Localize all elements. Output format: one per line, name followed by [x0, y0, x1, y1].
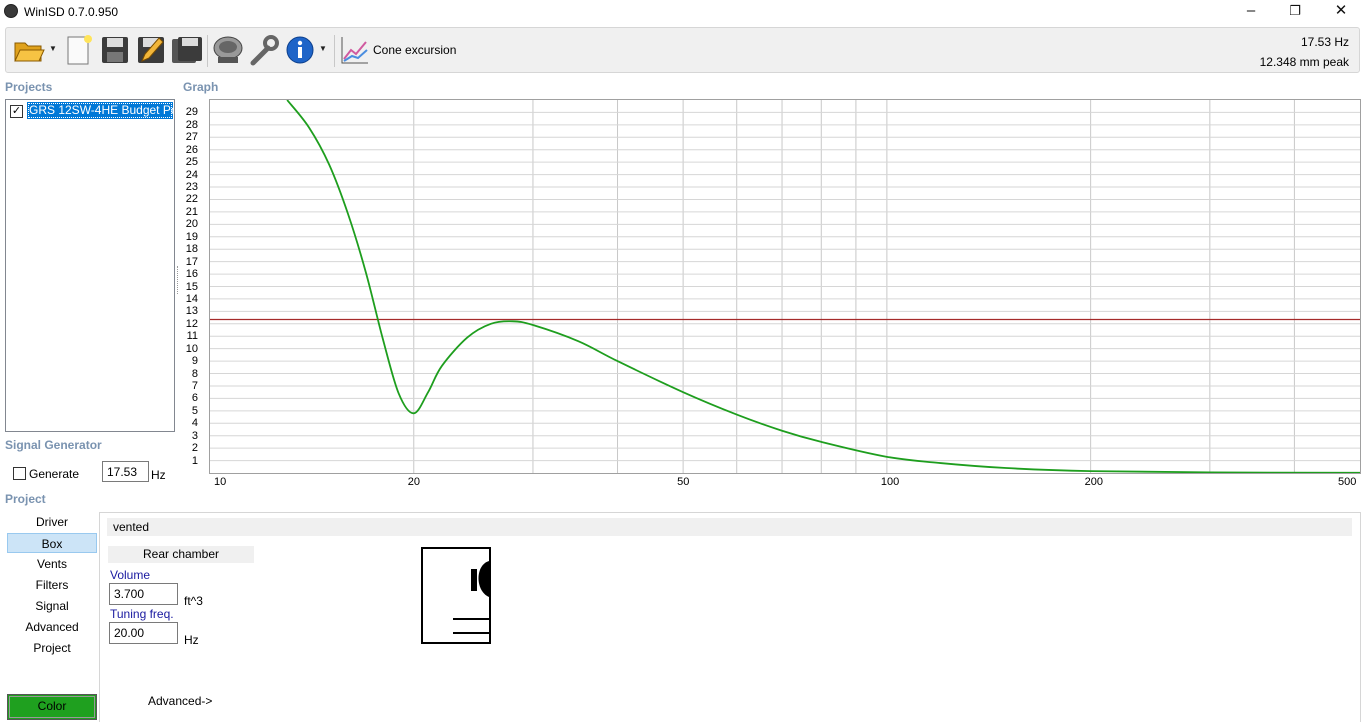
tuning-freq-label: Tuning freq. — [110, 607, 174, 621]
advanced-link[interactable]: Advanced-> — [148, 694, 212, 708]
cursor-value-readout: 12.348 mm peak — [1259, 55, 1349, 69]
y-tick-label: 24 — [185, 168, 198, 181]
nav-filters[interactable]: Filters — [7, 575, 97, 595]
rear-chamber-header: Rear chamber — [108, 546, 254, 563]
y-tick-label: 25 — [185, 156, 198, 169]
y-tick-label: 11 — [186, 330, 198, 343]
graph-heading: Graph — [183, 80, 219, 94]
y-tick-label: 19 — [185, 230, 198, 243]
volume-label: Volume — [110, 568, 151, 582]
volume-unit: ft^3 — [184, 594, 203, 608]
project-item[interactable]: GRS 12SW-4HE Budget Por — [27, 102, 173, 119]
nav-driver[interactable]: Driver — [7, 512, 97, 532]
project-section-heading: Project — [5, 492, 46, 506]
y-tick-label: 23 — [185, 181, 198, 194]
window-title: WinISD 0.7.0.950 — [24, 5, 119, 19]
generator-unit-label: Hz — [151, 468, 166, 482]
save-icon[interactable] — [98, 33, 132, 67]
y-tick-label: 14 — [185, 292, 198, 305]
cursor-frequency-readout: 17.53 Hz — [1300, 35, 1349, 49]
color-button[interactable]: Color — [7, 694, 97, 720]
nav-signal[interactable]: Signal — [7, 596, 97, 616]
y-tick-label: 4 — [191, 417, 198, 430]
tuning-freq-input[interactable] — [109, 622, 178, 644]
y-tick-label: 21 — [185, 205, 198, 218]
x-tick-label: 500 — [1338, 476, 1357, 488]
open-dropdown-arrow[interactable]: ▼ — [48, 42, 58, 56]
y-tick-label: 22 — [185, 193, 198, 206]
wrench-icon[interactable] — [247, 33, 281, 67]
volume-input[interactable] — [109, 583, 178, 605]
app-speaker-icon — [4, 4, 18, 18]
nav-vents[interactable]: Vents — [7, 554, 97, 574]
generate-checkbox[interactable] — [13, 467, 26, 480]
info-dropdown-arrow[interactable]: ▼ — [318, 42, 328, 56]
y-tick-label: 18 — [185, 243, 198, 256]
y-tick-label: 7 — [191, 379, 198, 392]
projects-heading: Projects — [5, 80, 53, 94]
generator-frequency-input[interactable] — [102, 461, 149, 482]
y-tick-label: 28 — [185, 118, 198, 131]
x-tick-label: 50 — [677, 476, 690, 488]
edit-icon[interactable] — [134, 33, 168, 67]
nav-project[interactable]: Project — [7, 638, 97, 658]
y-tick-label: 8 — [191, 367, 198, 380]
nav-advanced[interactable]: Advanced — [7, 617, 97, 637]
y-tick-label: 2 — [191, 442, 198, 455]
toolbar-separator — [334, 35, 335, 67]
nav-box[interactable]: Box — [7, 533, 97, 553]
y-tick-label: 15 — [185, 280, 198, 293]
restore-button[interactable]: ❐ — [1272, 0, 1318, 24]
y-tick-label: 17 — [185, 255, 198, 268]
cone-excursion-plot — [210, 100, 1360, 473]
x-tick-label: 20 — [407, 476, 420, 488]
info-icon[interactable] — [283, 33, 317, 67]
y-tick-label: 1 — [191, 454, 198, 467]
y-tick-label: 10 — [185, 342, 198, 355]
minimize-button[interactable]: – — [1228, 0, 1274, 24]
box-type-selector[interactable]: vented — [107, 518, 1352, 536]
y-tick-label: 13 — [185, 305, 198, 318]
graph-area[interactable] — [209, 99, 1361, 474]
y-tick-label: 5 — [191, 404, 198, 417]
projects-list[interactable]: ✓ GRS 12SW-4HE Budget Por — [5, 99, 175, 432]
title-bar: WinISD 0.7.0.950 – ❐ ✕ — [0, 0, 1366, 24]
new-document-icon[interactable] — [62, 33, 96, 67]
y-tick-label: 26 — [185, 143, 198, 156]
y-tick-label: 3 — [191, 429, 198, 442]
open-folder-icon[interactable] — [12, 33, 46, 67]
y-tick-label: 6 — [191, 392, 198, 405]
graph-mode-selector[interactable]: Cone excursion — [373, 43, 456, 57]
speaker-icon[interactable] — [211, 33, 245, 67]
tuning-freq-unit: Hz — [184, 633, 199, 647]
project-checkbox[interactable]: ✓ — [10, 105, 23, 118]
box-settings-panel — [99, 512, 1361, 722]
y-tick-label: 9 — [191, 355, 198, 368]
box-diagram — [421, 547, 493, 648]
generate-label: Generate — [29, 467, 80, 481]
y-tick-label: 29 — [185, 106, 198, 119]
toolbar: ▼ ▼ Cone excursion 17.53 Hz 12.348 mm pe… — [5, 27, 1360, 73]
y-tick-label: 16 — [185, 268, 198, 281]
y-tick-label: 12 — [185, 317, 198, 330]
graph-icon[interactable] — [338, 33, 372, 67]
signal-generator-heading: Signal Generator — [5, 438, 102, 452]
close-button[interactable]: ✕ — [1318, 0, 1364, 24]
x-tick-label: 10 — [214, 476, 227, 488]
x-tick-label: 200 — [1084, 476, 1103, 488]
y-tick-label: 20 — [185, 218, 198, 231]
toolbar-separator — [207, 35, 208, 67]
y-tick-label: 27 — [185, 131, 198, 144]
save-as-icon[interactable] — [170, 33, 204, 67]
x-tick-label: 100 — [880, 476, 900, 488]
